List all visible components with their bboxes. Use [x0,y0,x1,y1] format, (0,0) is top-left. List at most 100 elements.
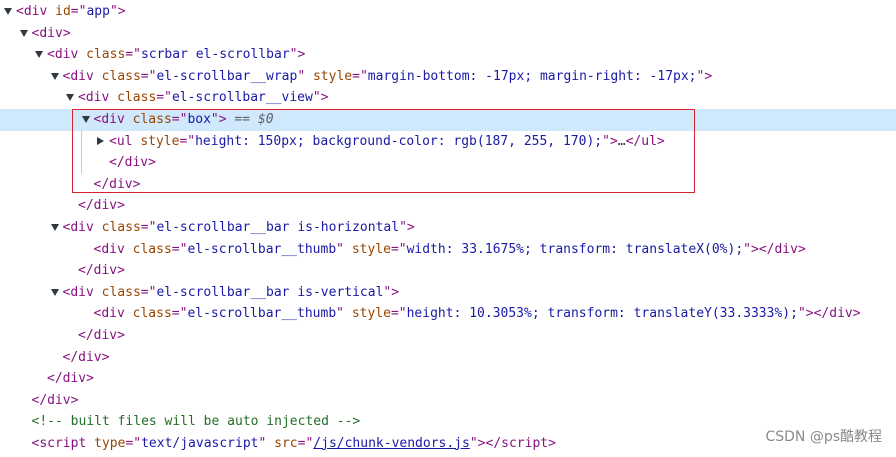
tag-name: div [23,4,48,19]
attr-name: class [101,219,141,235]
collapse-triangle-icon[interactable] [97,136,104,145]
tag-bracket: > [548,435,556,451]
attr-quote: " [797,306,806,322]
attr-space [125,112,133,127]
tree-row[interactable]: <div class="scrbar el-scrollbar"> [0,44,896,66]
expand-triangle-icon[interactable] [19,29,28,37]
expand-triangle-icon[interactable] [50,288,59,296]
attr-name: class [117,90,157,106]
attr-name: class [86,47,126,63]
expand-triangle-icon[interactable] [4,8,12,15]
row-text: </div> [78,260,125,282]
tag-bracket: > [852,306,861,322]
tag-name: div [47,392,71,408]
attr-space [125,306,133,321]
attr-name: class [101,284,141,300]
row-text: <div class="el-scrollbar__thumb" style="… [94,303,861,325]
attr-value: width: 33.1675%; transform: translateX(0… [406,241,744,257]
attr-eq: =" [70,4,87,19]
tag-bracket: > [117,198,125,214]
row-text: <ul style="height: 150px; background-col… [109,131,665,153]
row-text: </div> [94,174,141,196]
attr-eq: =" [171,111,188,127]
tag-bracket: > [101,349,110,365]
tree-row[interactable]: </div> [0,325,896,347]
tag-name: script [39,435,87,451]
tree-row[interactable]: </div> [0,390,896,412]
tree-row[interactable]: </div> [0,260,896,282]
expand-triangle-icon[interactable] [66,94,74,102]
attr-quote: " [336,241,344,257]
attr-name: class [132,306,172,322]
attr-value: el-scrollbar__bar is-horizontal [156,219,400,235]
tree-row-selected[interactable]: <div class="box"> == $0 [0,108,896,131]
tree-row[interactable]: <!-- built files will be auto injected -… [0,411,896,433]
tree-row[interactable]: <script type="text/javascript" src="/js/… [0,433,896,455]
attr-name: id [55,4,71,19]
row-text: </div> [78,325,125,347]
tag-name: div [93,263,118,279]
expand-triangle-icon[interactable] [81,115,90,123]
attr-quote: " [743,241,751,257]
attr-value: app [86,4,110,19]
tag-bracket: </ [78,263,94,279]
attr-space [94,69,102,84]
attr-quote: " [399,219,407,235]
tag-name: div [109,176,133,192]
tag-name: div [85,90,110,106]
tree-row[interactable]: <div class="el-scrollbar__thumb" style="… [0,303,896,325]
attr-quote: " [336,306,344,322]
tree-row[interactable]: </div> [0,174,896,196]
expand-triangle-icon[interactable] [50,223,59,231]
attr-eq: =" [171,241,188,257]
tag-bracket: </ [758,241,775,257]
row-text: <!-- built files will be auto injected -… [32,411,361,433]
tag-name: ul [641,133,657,149]
tag-bracket: > [656,133,665,149]
attr-name: class [132,111,172,127]
attr-value: el-scrollbar__wrap [156,68,298,84]
tree-row[interactable]: </div> [0,195,896,217]
attr-value: el-scrollbar__thumb [187,241,337,257]
attr-value: el-scrollbar__thumb [187,306,337,322]
row-text: <div id="app"> [16,1,126,23]
tag-bracket: </ [109,155,125,171]
tree-row[interactable]: <div id="app"> [0,1,896,23]
attr-space [86,436,94,451]
tree-row[interactable]: <div> [0,23,896,45]
tag-bracket: < [78,90,86,106]
attr-eq: =" [125,47,141,63]
tag-name: div [39,25,63,41]
tree-row[interactable]: </div> [0,347,896,369]
expand-triangle-icon[interactable] [35,51,43,59]
tag-bracket: </ [31,392,48,408]
attr-space [344,306,352,321]
row-text: </div> [109,152,156,174]
tag-bracket: </ [47,371,63,387]
attr-eq: =" [171,306,188,322]
attr-eq: =" [140,284,157,300]
attr-space [344,242,352,257]
tree-row[interactable]: </div> [0,152,896,174]
tree-row[interactable]: <div class="el-scrollbar__thumb" style="… [0,239,896,261]
tree-row[interactable]: <div class="el-scrollbar__bar is-horizon… [0,217,896,239]
tree-row[interactable]: <div class="el-scrollbar__view"> [0,87,896,109]
tag-name: div [101,111,125,127]
selection-marker: == $0 [234,111,274,127]
attr-name: style [140,133,180,149]
script-src-link[interactable]: /js/chunk-vendors.js [313,436,470,451]
tag-name: div [70,284,94,300]
row-text: <div class="el-scrollbar__bar is-vertica… [63,282,400,304]
tree-row[interactable]: <div class="el-scrollbar__wrap" style="m… [0,66,896,88]
attr-eq: =" [156,90,172,106]
attr-quote: " [109,4,118,19]
attr-name: style [351,306,391,322]
expand-triangle-icon[interactable] [50,72,59,80]
attr-space [78,47,86,62]
tree-row[interactable]: <ul style="height: 150px; background-col… [0,131,896,153]
tag-bracket: > [117,327,125,343]
tree-row[interactable]: <div class="el-scrollbar__bar is-vertica… [0,282,896,304]
tree-row[interactable]: </div> [0,368,896,390]
attr-eq: =" [297,435,314,451]
tag-name: script [501,435,549,451]
